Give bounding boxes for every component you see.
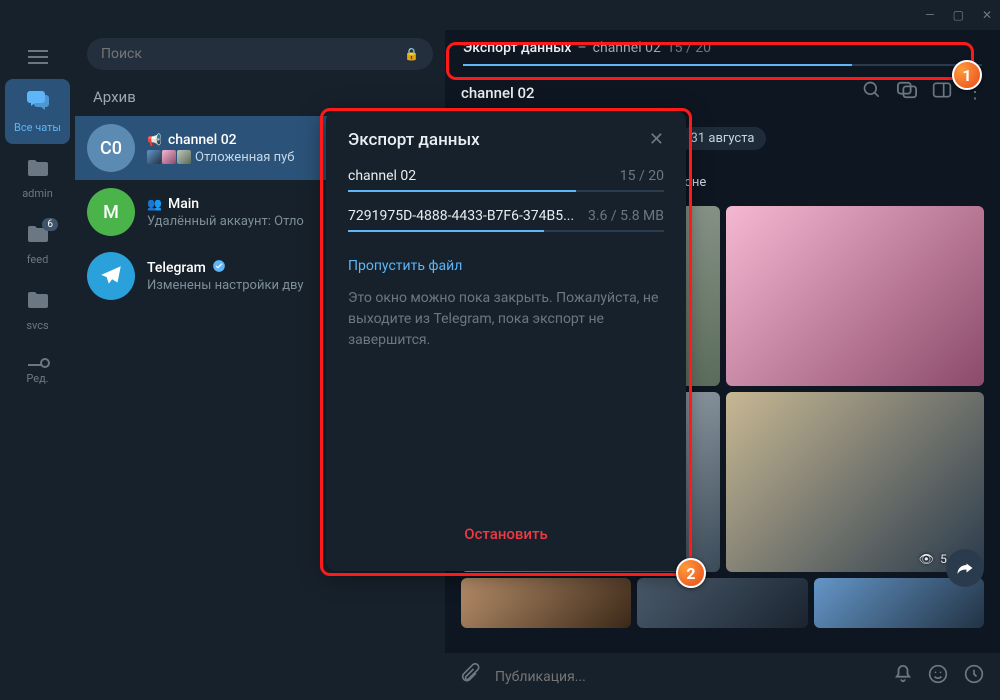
dialog-note: Это окно можно пока закрыть. Пожалуйста,… bbox=[348, 288, 664, 351]
left-sidebar: Все чаты admin 6 feed svcs Ред. bbox=[0, 30, 75, 700]
annotation-badge-1: 1 bbox=[952, 60, 982, 90]
avatar bbox=[87, 252, 135, 300]
sidebar-toggle-icon[interactable] bbox=[932, 81, 952, 104]
hamburger-menu-button[interactable] bbox=[28, 38, 48, 79]
nav-label: feed bbox=[27, 253, 49, 266]
media-photo[interactable] bbox=[461, 578, 631, 628]
lock-icon[interactable]: 🔒 bbox=[404, 47, 419, 61]
dialog-file-size: 3.6 / 5.8 MB bbox=[588, 208, 664, 224]
chat-preview: Изменены настройки дву bbox=[147, 278, 304, 293]
chat-name: Telegram bbox=[147, 260, 206, 276]
nav-label: Все чаты bbox=[14, 121, 61, 134]
avatar: C0 bbox=[87, 124, 135, 172]
dialog-channel-count: 15 / 20 bbox=[620, 168, 664, 184]
window-maximize-button[interactable]: ▢ bbox=[953, 8, 964, 22]
dialog-file-progress bbox=[348, 230, 664, 232]
export-dash: – bbox=[577, 40, 586, 56]
window-titlebar: — ▢ ✕ bbox=[0, 0, 1000, 30]
schedule-icon[interactable] bbox=[964, 664, 984, 689]
nav-label: Ред. bbox=[26, 372, 48, 385]
silent-icon[interactable] bbox=[894, 664, 912, 689]
nav-all-chats[interactable]: Все чаты bbox=[5, 79, 70, 144]
search-box[interactable]: 🔒 bbox=[87, 38, 433, 70]
export-title: Экспорт данных bbox=[463, 40, 571, 56]
nav-edit[interactable]: Ред. bbox=[5, 346, 70, 395]
export-progress-header: Экспорт данных – channel 02 15 / 20 bbox=[445, 30, 1000, 72]
dialog-channel-progress bbox=[348, 190, 664, 192]
search-input[interactable] bbox=[101, 46, 355, 62]
export-count: 15 / 20 bbox=[667, 40, 711, 56]
attach-icon[interactable] bbox=[461, 663, 481, 690]
annotation-badge-2: 2 bbox=[676, 558, 706, 588]
chat-title: channel 02 bbox=[461, 84, 848, 102]
group-icon: 👥 bbox=[147, 197, 162, 211]
nav-label: admin bbox=[22, 187, 53, 200]
comments-icon[interactable] bbox=[896, 80, 918, 105]
window-minimize-button[interactable]: — bbox=[925, 8, 934, 22]
compose-input[interactable] bbox=[495, 669, 880, 685]
edit-folders-icon bbox=[28, 356, 48, 366]
chat-header[interactable]: channel 02 ⋮ bbox=[445, 72, 1000, 113]
message-composer bbox=[445, 653, 1000, 700]
media-row-bottom bbox=[461, 578, 984, 628]
stop-button[interactable]: Остановить bbox=[348, 515, 664, 553]
export-dialog: Экспорт данных ✕ channel 02 15 / 20 7291… bbox=[326, 111, 686, 571]
skip-file-link[interactable]: Пропустить файл bbox=[348, 258, 664, 274]
media-photo[interactable] bbox=[726, 206, 985, 386]
chat-name: Main bbox=[168, 196, 199, 212]
channel-icon: 📢 bbox=[147, 133, 162, 147]
verified-icon bbox=[212, 259, 226, 276]
avatar: M bbox=[87, 188, 135, 236]
nav-feed[interactable]: 6 feed bbox=[5, 214, 70, 276]
nav-svcs[interactable]: svcs bbox=[5, 280, 70, 342]
chat-preview: Удалённый аккаунт: Отло bbox=[147, 214, 304, 229]
dialog-title: Экспорт данных bbox=[348, 130, 480, 150]
export-progress-bar bbox=[463, 64, 982, 66]
chats-icon bbox=[26, 89, 50, 117]
chat-preview: Отложенная пуб bbox=[195, 150, 294, 165]
dialog-close-button[interactable]: ✕ bbox=[649, 129, 664, 150]
search-row: 🔒 bbox=[75, 30, 445, 78]
nav-label: svcs bbox=[26, 319, 48, 332]
media-photo[interactable]: 👁 5 0:58 bbox=[726, 392, 985, 572]
nav-admin[interactable]: admin bbox=[5, 148, 70, 210]
date-separator: 31 августа bbox=[679, 127, 767, 150]
search-icon[interactable] bbox=[862, 80, 882, 105]
forward-button[interactable] bbox=[946, 549, 984, 587]
chat-name: channel 02 bbox=[168, 132, 237, 148]
preview-thumbs bbox=[147, 150, 191, 164]
dialog-file-name: 7291975D-4888-4433-B7F6-374B5... bbox=[348, 208, 574, 224]
export-channel: channel 02 bbox=[593, 40, 661, 56]
window-close-button[interactable]: ✕ bbox=[982, 8, 992, 22]
folder-icon bbox=[27, 290, 49, 315]
media-photo[interactable] bbox=[637, 578, 807, 628]
emoji-icon[interactable] bbox=[928, 664, 948, 689]
views-icon: 👁 bbox=[919, 552, 934, 566]
folder-icon bbox=[27, 158, 49, 183]
unread-badge: 6 bbox=[42, 218, 58, 231]
dialog-channel: channel 02 bbox=[348, 168, 416, 184]
